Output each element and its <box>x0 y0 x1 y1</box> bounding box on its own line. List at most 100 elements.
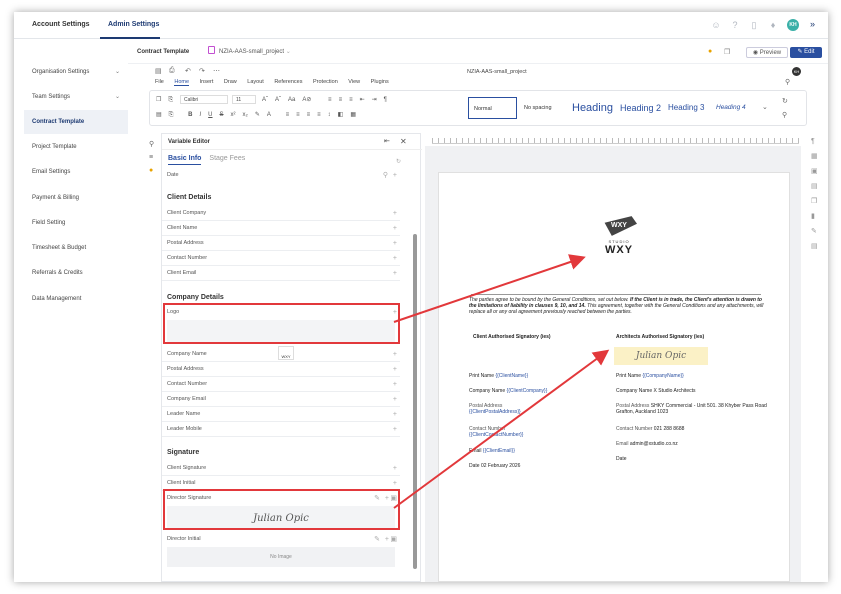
add-icon[interactable]: + <box>393 362 397 377</box>
header-footer-icon[interactable]: ▤ <box>811 182 821 190</box>
add-icon[interactable]: + <box>393 236 397 251</box>
font-size-select[interactable]: 11 <box>232 95 256 104</box>
pencil-icon[interactable]: ✎ <box>374 532 380 547</box>
clear-format-icon[interactable]: A⊘ <box>302 97 311 103</box>
sidebar-item-project-template[interactable]: Project Template <box>32 139 128 155</box>
sidebar-item-team[interactable]: Team Settings ⌄ <box>32 89 128 105</box>
variable-row-contact-number[interactable]: Contact Number + <box>162 251 400 266</box>
menu-insert[interactable]: Insert <box>200 79 214 85</box>
variable-row-director-initial[interactable]: Director Initial ✎ + ▣ <box>162 532 400 547</box>
close-icon[interactable]: ✕ <box>400 137 407 146</box>
avatar[interactable]: KH <box>787 19 799 31</box>
menu-plugins[interactable]: Plugins <box>371 79 389 85</box>
document-page[interactable]: WXY STUDIO WXY The parties agree to be b… <box>438 172 790 582</box>
menu-layout[interactable]: Layout <box>247 79 264 85</box>
add-icon[interactable]: + <box>385 532 389 547</box>
highlight-icon[interactable]: ✎ <box>255 112 260 118</box>
superscript-icon[interactable]: x² <box>231 112 236 118</box>
text-art-icon[interactable]: ✎ <box>811 227 821 235</box>
variable-row-company-name[interactable]: Company Name + <box>162 347 400 362</box>
undo-icon[interactable]: ↶ <box>185 67 191 75</box>
italic-icon[interactable]: I <box>200 112 202 118</box>
justify-icon[interactable]: ≡ <box>317 112 321 118</box>
redo-icon[interactable]: ↷ <box>199 67 205 75</box>
shape-settings-icon[interactable]: ❐ <box>811 197 821 205</box>
more-icon[interactable]: ⋯ <box>213 67 220 75</box>
style-heading-3[interactable]: Heading 3 <box>668 97 712 119</box>
menu-home[interactable]: Home <box>174 79 190 86</box>
copy-icon[interactable]: ❐ <box>156 97 161 103</box>
add-icon[interactable]: + <box>393 206 397 221</box>
director-initial-preview[interactable]: No Image <box>167 547 395 567</box>
chart-settings-icon[interactable]: ▮ <box>811 212 821 220</box>
variable-row-company-email[interactable]: Company Email + <box>162 392 400 407</box>
add-icon[interactable]: + <box>393 347 397 362</box>
sidebar-item-organisation[interactable]: Organisation Settings ⌄ <box>32 64 128 80</box>
style-heading-1[interactable]: Heading 1 <box>572 97 616 119</box>
lock-icon[interactable]: ▤ <box>811 242 821 250</box>
bullets-icon[interactable]: ≡ <box>328 97 332 103</box>
help-icon[interactable]: ? <box>730 20 740 30</box>
search-icon[interactable]: ⚲ <box>149 140 159 148</box>
add-icon[interactable]: + <box>393 461 397 476</box>
inserted-signature[interactable]: Julian Opic <box>614 347 708 365</box>
grow-font-icon[interactable]: Aˆ <box>262 97 268 103</box>
tab-stage-fees[interactable]: Stage Fees <box>209 155 245 162</box>
find-replace-icon[interactable]: ⚲ <box>782 111 787 119</box>
variables-icon[interactable]: ● <box>149 167 159 174</box>
line-spacing-icon[interactable]: ↕ <box>328 112 331 118</box>
edit-button[interactable]: ✎ Edit <box>790 47 822 58</box>
indent-dec-icon[interactable]: ⇤ <box>360 97 365 103</box>
sidebar-item-payment[interactable]: Payment & Billing <box>32 190 128 206</box>
styles-more-icon[interactable]: ⌄ <box>762 103 768 111</box>
align-center-icon[interactable]: ≡ <box>296 112 300 118</box>
menu-view[interactable]: View <box>348 79 360 85</box>
menu-file[interactable]: File <box>155 79 164 85</box>
headings-icon[interactable]: ≡ <box>149 154 159 161</box>
variable-row-leader-mobile[interactable]: Leader Mobile + <box>162 422 400 437</box>
save-icon[interactable]: ▤ <box>155 67 162 75</box>
file-selector[interactable]: NZIA-AAS-small_project ⌄ <box>208 46 291 58</box>
numbering-icon[interactable]: ≡ <box>339 97 343 103</box>
preview-button[interactable]: ◉ Preview <box>746 47 788 58</box>
trash-icon[interactable]: ▣ <box>390 532 397 547</box>
sidebar-item-data[interactable]: Data Management <box>32 291 128 307</box>
indent-inc-icon[interactable]: ⇥ <box>372 97 377 103</box>
change-case-icon[interactable]: Aa <box>288 97 295 103</box>
refresh-icon[interactable]: ↻ <box>396 158 401 165</box>
strike-icon[interactable]: S <box>220 112 224 118</box>
style-no-spacing[interactable]: No spacing <box>522 97 568 119</box>
font-family-select[interactable]: Calibri <box>180 95 228 104</box>
shading-icon[interactable]: ◧ <box>338 112 344 118</box>
tab-admin-settings[interactable]: Admin Settings <box>108 21 159 28</box>
add-icon[interactable]: + <box>393 422 397 437</box>
style-heading-2[interactable]: Heading 2 <box>620 97 664 119</box>
pilcrow-icon[interactable]: ¶ <box>384 97 387 103</box>
variable-row-company-postal[interactable]: Postal Address + <box>162 362 400 377</box>
table-settings-icon[interactable]: ▦ <box>811 152 821 160</box>
align-right-icon[interactable]: ≡ <box>307 112 311 118</box>
subscript-icon[interactable]: x₂ <box>243 112 248 118</box>
add-icon[interactable]: + <box>393 407 397 422</box>
borders-icon[interactable]: ▦ <box>350 112 356 118</box>
add-icon[interactable]: + <box>393 251 397 266</box>
expand-icon[interactable]: » <box>810 19 815 29</box>
search-icon[interactable]: ⚲ <box>383 168 388 183</box>
share-icon[interactable]: ● <box>708 48 712 55</box>
menu-references[interactable]: References <box>274 79 302 85</box>
variable-row-leader-name[interactable]: Leader Name + <box>162 407 400 422</box>
sidebar-item-referrals[interactable]: Referrals & Credits <box>32 265 128 281</box>
horizontal-ruler[interactable] <box>432 138 799 144</box>
variable-row-date[interactable]: Date ⚲ + <box>162 168 400 183</box>
print-layout-icon[interactable]: ▤ <box>156 112 162 118</box>
underline-icon[interactable]: U <box>208 112 212 118</box>
style-heading-4[interactable]: Heading 4 <box>716 97 760 119</box>
bold-icon[interactable]: B <box>188 112 192 118</box>
add-user-icon[interactable]: ☺ <box>711 20 721 30</box>
mobile-icon[interactable]: ▯ <box>749 20 759 30</box>
sidebar-item-timesheet[interactable]: Timesheet & Budget <box>32 240 128 256</box>
panel-scrollbar[interactable] <box>413 234 417 569</box>
variable-row-company-contact[interactable]: Contact Number + <box>162 377 400 392</box>
paste-icon[interactable]: ⎘ <box>168 97 173 103</box>
sidebar-item-contract-template[interactable]: Contract Template <box>24 110 128 134</box>
